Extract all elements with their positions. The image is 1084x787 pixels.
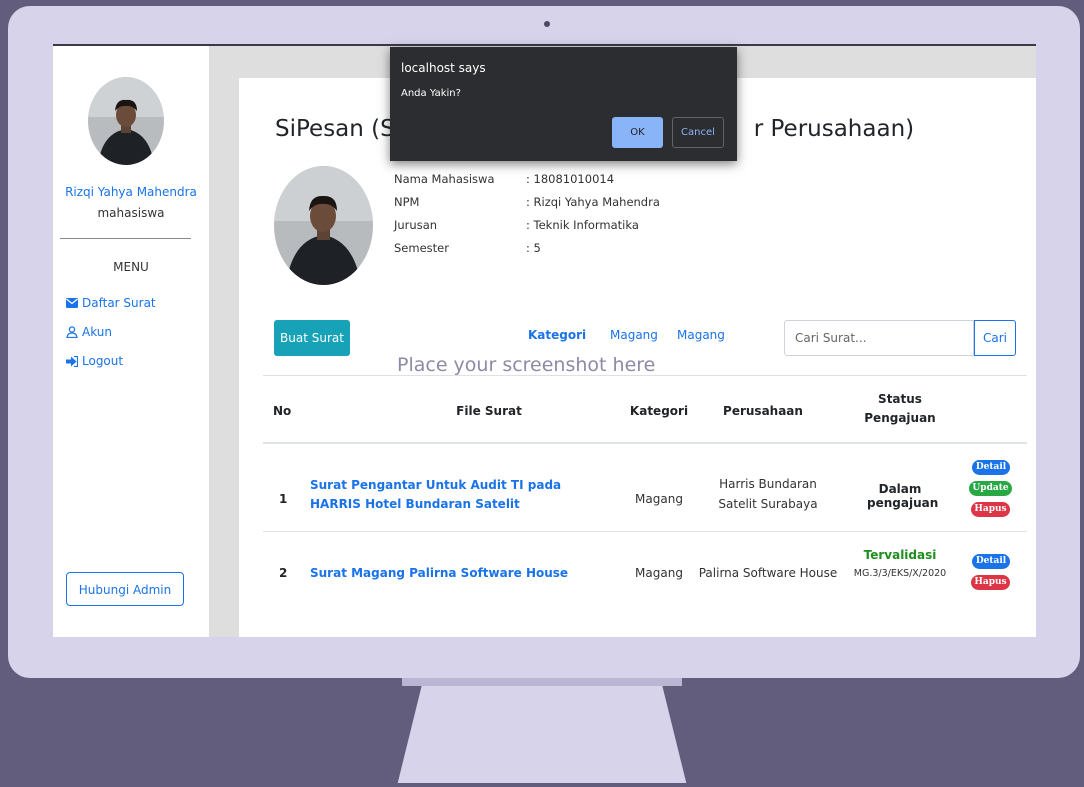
table-header-border <box>263 442 1027 444</box>
row-divider <box>263 531 1027 532</box>
row-category: Magang <box>635 492 683 506</box>
sidebar-divider <box>60 238 191 239</box>
sidebar-item-label: Daftar Surat <box>82 296 156 310</box>
row-number: 2 <box>279 566 288 580</box>
delete-button[interactable]: Hapus <box>971 502 1010 517</box>
row-company: Palirna Software House <box>698 566 838 580</box>
info-value: : Teknik Informatika <box>526 218 639 232</box>
user-icon <box>66 326 78 338</box>
sidebar-item-label: Logout <box>82 354 124 368</box>
detail-button[interactable]: Detail <box>972 554 1010 569</box>
monitor-stand <box>397 678 687 783</box>
dialog-cancel-button[interactable]: Cancel <box>672 117 724 148</box>
placeholder-caption: Place your screenshot here <box>397 354 656 376</box>
contact-admin-button[interactable]: Hubungi Admin <box>66 572 184 606</box>
category-filter-option[interactable]: Magang <box>677 328 725 342</box>
info-label: Jurusan <box>394 218 438 232</box>
sidebar-item-logout[interactable]: Logout <box>66 354 123 368</box>
row-status: Dalam pengajuan <box>867 482 939 510</box>
page-title-start: SiPesan (S <box>275 116 395 142</box>
user-name: Rizqi Yahya Mahendra <box>65 185 197 199</box>
user-avatar <box>88 77 164 165</box>
dialog-title: localhost says <box>401 61 486 75</box>
search-button[interactable]: Cari <box>974 320 1016 356</box>
table-top-border <box>263 375 1027 376</box>
row-status: Tervalidasi <box>863 548 937 562</box>
profile-photo <box>274 166 373 285</box>
sidebar-item-label: Akun <box>82 325 112 339</box>
stand-shadow <box>402 678 682 686</box>
category-filter-label: Kategori <box>528 328 587 342</box>
menu-title: MENU <box>113 260 149 274</box>
column-header-company: Perusahaan <box>723 404 803 418</box>
envelope-icon <box>66 298 78 308</box>
create-letter-button[interactable]: Buat Surat <box>274 320 350 356</box>
category-filter-option[interactable]: Magang <box>610 328 658 342</box>
row-company: Harris Bundaran Satelit Surabaya <box>718 477 818 511</box>
row-number: 1 <box>279 492 288 506</box>
logout-icon <box>66 355 78 367</box>
update-button[interactable]: Update <box>969 481 1012 496</box>
column-header-no: No <box>273 404 292 418</box>
info-value: : 18081010014 <box>526 172 615 186</box>
sidebar: Rizqi Yahya Mahendra mahasiswa MENU Daft… <box>53 46 209 637</box>
file-link[interactable]: Surat Magang Palirna Software House <box>310 566 610 580</box>
column-header-status: Status Pengajuan <box>864 392 936 425</box>
row-category: Magang <box>635 566 683 580</box>
info-label: Semester <box>394 241 449 255</box>
detail-button[interactable]: Detail <box>972 460 1010 475</box>
info-value: : Rizqi Yahya Mahendra <box>526 195 660 209</box>
dialog-ok-button[interactable]: OK <box>612 117 663 148</box>
user-role: mahasiswa <box>97 206 165 220</box>
status-code: MG.3/3/EKS/X/2020 <box>853 568 947 579</box>
camera-dot <box>544 21 550 27</box>
delete-button[interactable]: Hapus <box>971 575 1010 590</box>
info-label: NPM <box>394 195 420 209</box>
column-header-file: File Surat <box>456 404 522 418</box>
sidebar-item-daftar-surat[interactable]: Daftar Surat <box>66 296 156 310</box>
dialog-message: Anda Yakin? <box>401 88 461 99</box>
page-title-end: r Perusahaan) <box>753 116 915 142</box>
file-link[interactable]: Surat Pengantar Untuk Audit TI pada HARR… <box>310 476 610 514</box>
sidebar-item-akun[interactable]: Akun <box>66 325 112 339</box>
info-value: : 5 <box>526 241 541 255</box>
info-label: Nama Mahasiswa <box>394 172 495 186</box>
search-input[interactable] <box>784 320 974 356</box>
confirm-dialog: localhost says Anda Yakin? OK Cancel <box>390 47 737 161</box>
main-panel: SiPesan (S r Perusahaan) Nama Mahasiswa : … <box>239 78 1036 637</box>
column-header-category: Kategori <box>629 404 689 418</box>
